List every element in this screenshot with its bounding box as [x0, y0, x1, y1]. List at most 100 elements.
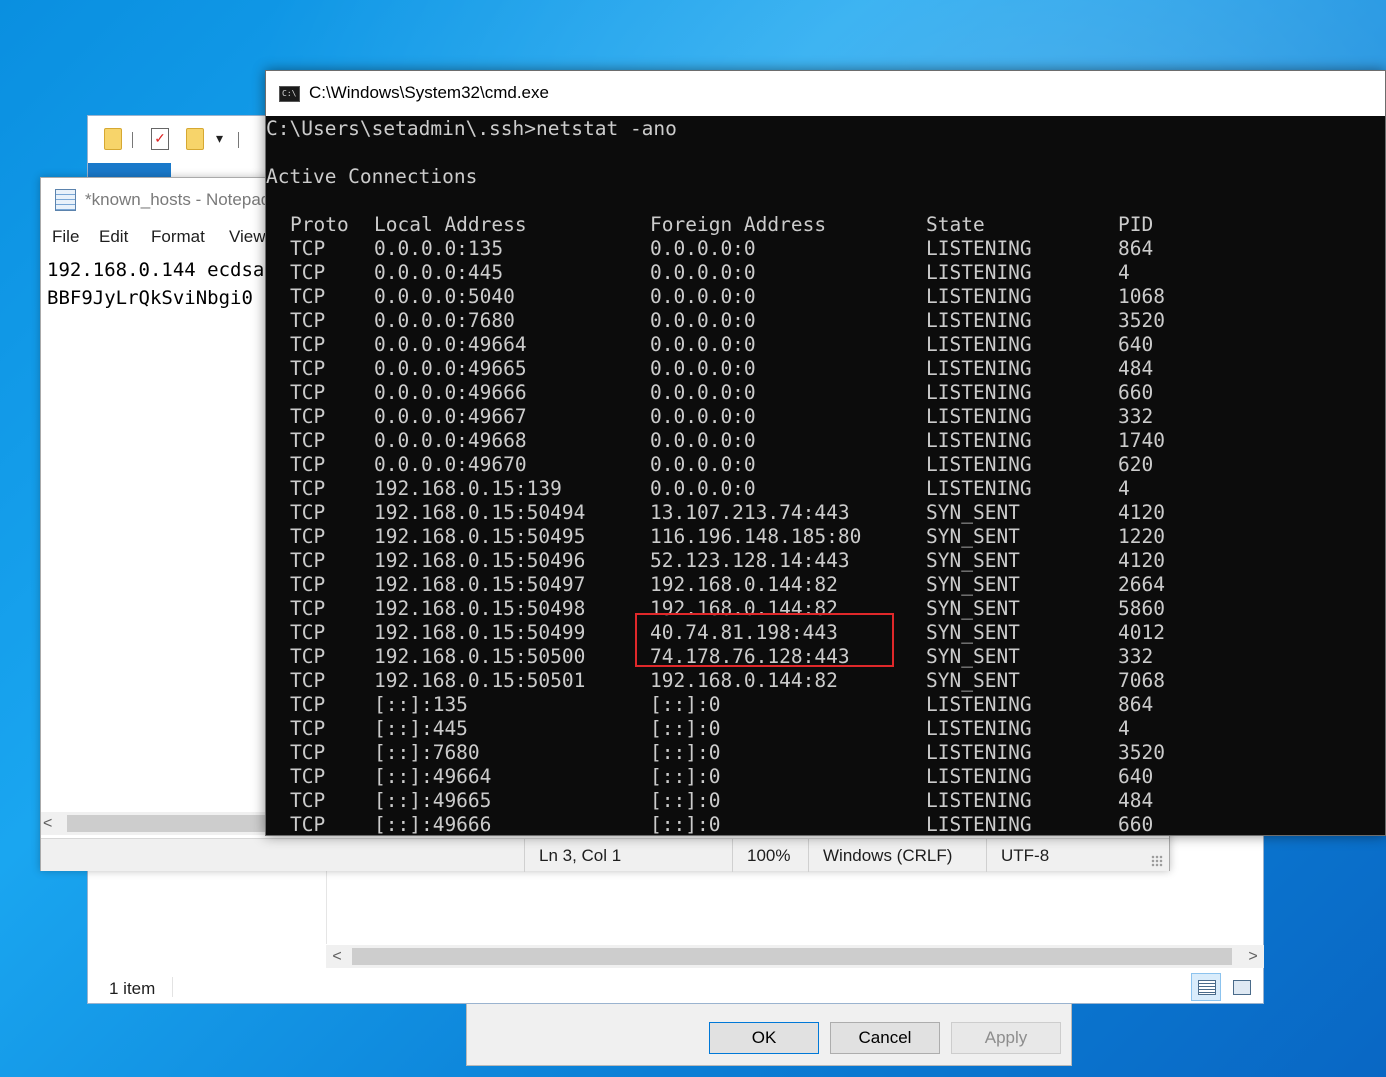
- cell-local-address: 0.0.0.0:49668: [374, 429, 527, 452]
- cell-pid: 2664: [1118, 573, 1165, 596]
- cell-pid: 3520: [1118, 309, 1165, 332]
- cell-foreign-address: 0.0.0.0:0: [650, 237, 756, 260]
- cmd-window: C:\ C:\Windows\System32\cmd.exe C:\Users…: [265, 70, 1386, 836]
- cell-state: SYN_SENT: [926, 645, 1020, 668]
- cell-pid: 864: [1118, 237, 1154, 260]
- cell-foreign-address: 0.0.0.0:0: [650, 333, 756, 356]
- cell-state: SYN_SENT: [926, 525, 1020, 548]
- cell-local-address: [::]:49665: [374, 789, 492, 812]
- large-icons-view-button[interactable]: [1226, 973, 1256, 1001]
- cell-local-address: 192.168.0.15:139: [374, 477, 562, 500]
- cell-state: LISTENING: [926, 357, 1032, 380]
- apply-button[interactable]: Apply: [951, 1022, 1061, 1054]
- cell-pid: 4120: [1118, 549, 1165, 572]
- cell-foreign-address: [::]:0: [650, 765, 721, 788]
- cell-proto: TCP: [290, 573, 326, 596]
- cell-pid: 4120: [1118, 501, 1165, 524]
- cell-foreign-address: 192.168.0.144:82: [650, 573, 838, 596]
- cell-state: LISTENING: [926, 405, 1032, 428]
- cursor-position: Ln 3, Col 1: [524, 839, 732, 872]
- cell-pid: 660: [1118, 813, 1154, 835]
- large-icons-view-icon: [1233, 980, 1251, 995]
- properties-dialog: OK Cancel Apply: [466, 1000, 1072, 1066]
- cell-state: LISTENING: [926, 261, 1032, 284]
- scroll-left-icon[interactable]: <: [326, 945, 348, 968]
- cell-proto: TCP: [290, 741, 326, 764]
- console-output[interactable]: C:\Users\setadmin\.ssh>netstat -ano Acti…: [266, 117, 1385, 835]
- cell-local-address: 0.0.0.0:49667: [374, 405, 527, 428]
- cell-proto: TCP: [290, 285, 326, 308]
- command-prompt-line: C:\Users\setadmin\.ssh>netstat -ano: [266, 117, 677, 140]
- cell-foreign-address: 0.0.0.0:0: [650, 453, 756, 476]
- column-header-local-address: Local Address: [374, 213, 527, 236]
- cell-state: LISTENING: [926, 693, 1032, 716]
- cell-pid: 332: [1118, 645, 1154, 668]
- cell-local-address: [::]:7680: [374, 741, 480, 764]
- cell-foreign-address: 52.123.128.14:443: [650, 549, 850, 572]
- menu-format[interactable]: Format: [151, 227, 205, 247]
- scrollbar-thumb[interactable]: [67, 815, 267, 832]
- cmd-title-bar[interactable]: C:\ C:\Windows\System32\cmd.exe: [266, 71, 1385, 116]
- cell-proto: TCP: [290, 405, 326, 428]
- cell-local-address: [::]:135: [374, 693, 468, 716]
- cell-foreign-address: [::]:0: [650, 693, 721, 716]
- cell-proto: TCP: [290, 645, 326, 668]
- cell-foreign-address: [::]:0: [650, 789, 721, 812]
- cell-state: SYN_SENT: [926, 621, 1020, 644]
- column-header-proto: Proto: [290, 213, 349, 236]
- cell-state: LISTENING: [926, 741, 1032, 764]
- cell-local-address: 192.168.0.15:50499: [374, 621, 586, 644]
- cell-proto: TCP: [290, 381, 326, 404]
- cell-state: LISTENING: [926, 429, 1032, 452]
- cell-foreign-address: 0.0.0.0:0: [650, 429, 756, 452]
- cell-foreign-address: 116.196.148.185:80: [650, 525, 862, 548]
- cell-pid: 1220: [1118, 525, 1165, 548]
- scroll-left-icon[interactable]: <: [43, 812, 52, 835]
- cell-state: LISTENING: [926, 237, 1032, 260]
- chevron-down-icon[interactable]: ▾: [216, 130, 223, 147]
- cell-local-address: 0.0.0.0:49670: [374, 453, 527, 476]
- ok-button[interactable]: OK: [709, 1022, 819, 1054]
- cell-foreign-address: 0.0.0.0:0: [650, 309, 756, 332]
- cell-local-address: 192.168.0.15:50496: [374, 549, 586, 572]
- cell-proto: TCP: [290, 597, 326, 620]
- cell-state: LISTENING: [926, 285, 1032, 308]
- cell-state: SYN_SENT: [926, 501, 1020, 524]
- cell-pid: 4: [1118, 717, 1130, 740]
- scroll-right-icon[interactable]: >: [1242, 945, 1264, 968]
- cell-pid: 4012: [1118, 621, 1165, 644]
- details-view-button[interactable]: [1191, 973, 1221, 1001]
- resize-grip-icon[interactable]: [1151, 855, 1163, 867]
- highlight-annotation: [635, 613, 894, 667]
- menu-file[interactable]: File: [52, 227, 79, 247]
- scrollbar-thumb[interactable]: [352, 948, 1232, 965]
- cell-proto: TCP: [290, 429, 326, 452]
- properties-check-icon[interactable]: ✓: [151, 128, 169, 150]
- folder-icon[interactable]: [104, 128, 122, 150]
- menu-edit[interactable]: Edit: [99, 227, 128, 247]
- cell-pid: 7068: [1118, 669, 1165, 692]
- cell-proto: TCP: [290, 261, 326, 284]
- cell-state: SYN_SENT: [926, 597, 1020, 620]
- horizontal-scrollbar[interactable]: < >: [326, 945, 1264, 968]
- cell-pid: 4: [1118, 261, 1130, 284]
- cell-proto: TCP: [290, 813, 326, 835]
- cell-proto: TCP: [290, 621, 326, 644]
- cell-state: LISTENING: [926, 333, 1032, 356]
- status-bar: 1 item: [88, 973, 1263, 1003]
- cell-state: LISTENING: [926, 453, 1032, 476]
- window-title: *known_hosts - Notepad: [85, 190, 271, 209]
- cancel-button[interactable]: Cancel: [830, 1022, 940, 1054]
- menu-view[interactable]: View: [229, 227, 266, 247]
- cell-state: LISTENING: [926, 477, 1032, 500]
- cell-local-address: 0.0.0.0:445: [374, 261, 504, 284]
- section-header: Active Connections: [266, 165, 478, 188]
- cell-proto: TCP: [290, 525, 326, 548]
- new-folder-icon[interactable]: [186, 128, 204, 150]
- cell-pid: 620: [1118, 453, 1154, 476]
- encoding: UTF-8: [986, 839, 1166, 872]
- cell-pid: 484: [1118, 789, 1154, 812]
- cell-state: LISTENING: [926, 309, 1032, 332]
- cell-foreign-address: 0.0.0.0:0: [650, 261, 756, 284]
- cell-pid: 1068: [1118, 285, 1165, 308]
